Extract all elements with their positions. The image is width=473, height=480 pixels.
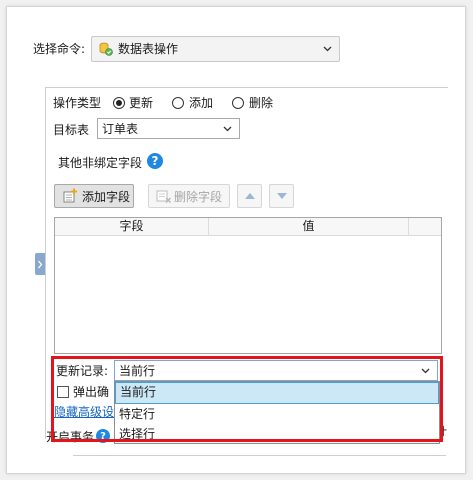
command-selected: 数据表操作 [118,42,179,56]
radio-add-label[interactable]: 添加 [189,95,213,111]
target-table-select[interactable]: 订单表 [97,118,240,139]
column-header-field[interactable]: 字段 [55,218,209,235]
delete-field-button[interactable]: 删除字段 [148,184,230,208]
add-field-icon [62,188,78,204]
chevron-down-icon [320,42,334,56]
command-label: 选择命令: [33,42,86,56]
arrow-down-icon [276,193,287,199]
target-table-label: 目标表 [53,123,90,137]
column-header-spacer [409,218,441,235]
radio-delete-label[interactable]: 删除 [249,95,273,111]
radio-update-label[interactable]: 更新 [129,95,153,111]
move-up-button[interactable] [237,184,262,208]
column-header-value[interactable]: 值 [209,218,409,235]
command-db-icon [98,41,114,57]
add-field-label: 添加字段 [82,189,131,204]
collapse-panel-handle[interactable] [35,253,45,275]
op-type-label: 操作类型 [53,96,102,110]
command-select[interactable]: 数据表操作 [91,36,340,62]
delete-field-label: 删除字段 [174,189,223,204]
highlight-box [51,356,443,442]
radio-delete[interactable] [232,97,244,109]
add-field-button[interactable]: 添加字段 [54,184,134,208]
fields-table: 字段 值 [54,217,442,354]
unbound-fields-title: 其他非绑定字段 [58,156,143,170]
help-icon-glyph: ? [151,154,159,168]
radio-add[interactable] [172,97,184,109]
delete-field-icon [156,188,172,204]
move-down-button[interactable] [269,184,294,208]
target-table-selected: 订单表 [102,121,139,136]
arrow-up-icon [244,193,255,199]
bottom-divider [73,455,446,456]
radio-update[interactable] [113,97,125,109]
chevron-right-icon [38,260,43,268]
chevron-down-icon [220,122,234,136]
help-icon[interactable]: ? [147,153,163,169]
fields-table-header: 字段 值 [55,218,441,236]
